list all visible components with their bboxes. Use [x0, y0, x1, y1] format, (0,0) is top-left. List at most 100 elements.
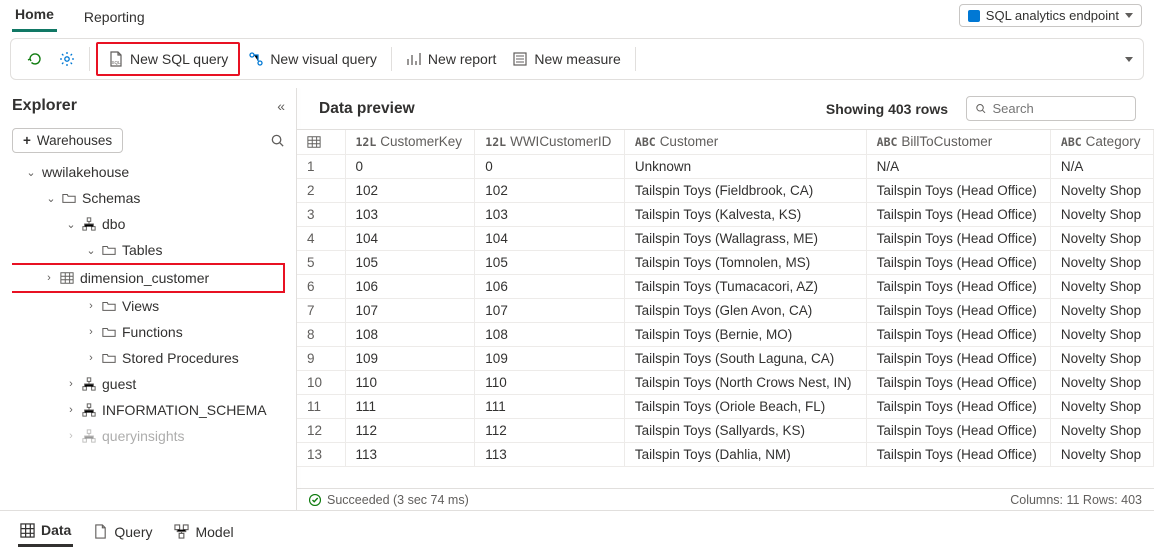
- new-visual-query-button[interactable]: New visual query: [240, 46, 385, 72]
- cell[interactable]: Tailspin Toys (Bernie, MO): [624, 322, 866, 346]
- table-row[interactable]: 11111111Tailspin Toys (Oriole Beach, FL)…: [297, 394, 1154, 418]
- search-explorer-button[interactable]: [270, 133, 285, 148]
- data-grid-scroll[interactable]: 12LCustomerKey12LWWICustomerIDABCCustome…: [297, 129, 1154, 488]
- column-header[interactable]: ABCBillToCustomer: [866, 130, 1050, 154]
- cell[interactable]: 106: [345, 274, 475, 298]
- table-row[interactable]: 100UnknownN/AN/A: [297, 154, 1154, 178]
- cell[interactable]: Tailspin Toys (Head Office): [866, 178, 1050, 202]
- cell[interactable]: 111: [345, 394, 475, 418]
- cell[interactable]: 104: [345, 226, 475, 250]
- cell[interactable]: 108: [345, 322, 475, 346]
- settings-button[interactable]: [51, 46, 83, 72]
- cell[interactable]: Tailspin Toys (Head Office): [866, 370, 1050, 394]
- cell[interactable]: 109: [475, 346, 625, 370]
- cell[interactable]: Novelty Shop: [1050, 250, 1153, 274]
- cell[interactable]: 110: [475, 370, 625, 394]
- cell[interactable]: Tailspin Toys (North Crows Nest, IN): [624, 370, 866, 394]
- column-header[interactable]: ABCCategory: [1050, 130, 1153, 154]
- cell[interactable]: Novelty Shop: [1050, 178, 1153, 202]
- table-row[interactable]: 13113113Tailspin Toys (Dahlia, NM)Tailsp…: [297, 442, 1154, 466]
- table-row[interactable]: 5105105Tailspin Toys (Tomnolen, MS)Tails…: [297, 250, 1154, 274]
- cell[interactable]: 110: [345, 370, 475, 394]
- cell[interactable]: Tailspin Toys (Head Office): [866, 442, 1050, 466]
- tree-node-information-schema[interactable]: › INFORMATION_SCHEMA: [12, 397, 291, 423]
- tree-node-tables[interactable]: ⌄ Tables: [12, 237, 291, 263]
- endpoint-dropdown[interactable]: SQL analytics endpoint: [959, 4, 1142, 27]
- cell[interactable]: 112: [475, 418, 625, 442]
- cell[interactable]: 108: [475, 322, 625, 346]
- bottom-tab-model[interactable]: Model: [172, 518, 235, 546]
- cell[interactable]: N/A: [1050, 154, 1153, 178]
- cell[interactable]: 105: [475, 250, 625, 274]
- cell[interactable]: Novelty Shop: [1050, 394, 1153, 418]
- tree-node-queryinsights[interactable]: › queryinsights: [12, 423, 291, 449]
- new-measure-button[interactable]: New measure: [504, 46, 628, 72]
- table-row[interactable]: 8108108Tailspin Toys (Bernie, MO)Tailspi…: [297, 322, 1154, 346]
- cell[interactable]: 103: [475, 202, 625, 226]
- cell[interactable]: Tailspin Toys (Head Office): [866, 298, 1050, 322]
- table-row[interactable]: 9109109Tailspin Toys (South Laguna, CA)T…: [297, 346, 1154, 370]
- cell[interactable]: 102: [475, 178, 625, 202]
- cell[interactable]: 105: [345, 250, 475, 274]
- cell[interactable]: Novelty Shop: [1050, 442, 1153, 466]
- preview-search-box[interactable]: [966, 96, 1136, 121]
- cell[interactable]: Tailspin Toys (Head Office): [866, 274, 1050, 298]
- refresh-button[interactable]: [19, 46, 51, 72]
- table-row[interactable]: 4104104Tailspin Toys (Wallagrass, ME)Tai…: [297, 226, 1154, 250]
- cell[interactable]: 103: [345, 202, 475, 226]
- cell[interactable]: Tailspin Toys (Dahlia, NM): [624, 442, 866, 466]
- tree-node-stored-procedures[interactable]: › Stored Procedures: [12, 345, 291, 371]
- cell[interactable]: Tailspin Toys (Head Office): [866, 202, 1050, 226]
- tree-node-dbo[interactable]: ⌄ dbo: [12, 211, 291, 237]
- tree-node-guest[interactable]: › guest: [12, 371, 291, 397]
- cell[interactable]: Novelty Shop: [1050, 346, 1153, 370]
- tree-node-schemas[interactable]: ⌄ Schemas: [12, 185, 291, 211]
- cell[interactable]: Tailspin Toys (Oriole Beach, FL): [624, 394, 866, 418]
- cell[interactable]: 106: [475, 274, 625, 298]
- cell[interactable]: Tailspin Toys (Glen Avon, CA): [624, 298, 866, 322]
- bottom-tab-data[interactable]: Data: [18, 516, 73, 547]
- cell[interactable]: 109: [345, 346, 475, 370]
- cell[interactable]: Unknown: [624, 154, 866, 178]
- toolbar-overflow-button[interactable]: [1125, 57, 1133, 62]
- cell[interactable]: 107: [345, 298, 475, 322]
- cell[interactable]: Tailspin Toys (Sallyards, KS): [624, 418, 866, 442]
- cell[interactable]: Novelty Shop: [1050, 274, 1153, 298]
- cell[interactable]: Tailspin Toys (Head Office): [866, 418, 1050, 442]
- new-report-button[interactable]: New report: [398, 46, 504, 72]
- cell[interactable]: Tailspin Toys (Kalvesta, KS): [624, 202, 866, 226]
- cell[interactable]: Tailspin Toys (Head Office): [866, 226, 1050, 250]
- cell[interactable]: 113: [475, 442, 625, 466]
- cell[interactable]: 102: [345, 178, 475, 202]
- cell[interactable]: Tailspin Toys (Tumacacori, AZ): [624, 274, 866, 298]
- cell[interactable]: 111: [475, 394, 625, 418]
- tree-node-views[interactable]: › Views: [12, 293, 291, 319]
- warehouses-button[interactable]: + Warehouses: [12, 128, 123, 153]
- table-row[interactable]: 6106106Tailspin Toys (Tumacacori, AZ)Tai…: [297, 274, 1154, 298]
- bottom-tab-query[interactable]: Query: [91, 518, 154, 546]
- table-row[interactable]: 3103103Tailspin Toys (Kalvesta, KS)Tails…: [297, 202, 1154, 226]
- cell[interactable]: Novelty Shop: [1050, 298, 1153, 322]
- cell[interactable]: Tailspin Toys (Head Office): [866, 250, 1050, 274]
- column-header[interactable]: 12LCustomerKey: [345, 130, 475, 154]
- table-row[interactable]: 7107107Tailspin Toys (Glen Avon, CA)Tail…: [297, 298, 1154, 322]
- cell[interactable]: Tailspin Toys (Head Office): [866, 394, 1050, 418]
- cell[interactable]: Tailspin Toys (Fieldbrook, CA): [624, 178, 866, 202]
- table-row[interactable]: 2102102Tailspin Toys (Fieldbrook, CA)Tai…: [297, 178, 1154, 202]
- cell[interactable]: 104: [475, 226, 625, 250]
- cell[interactable]: Novelty Shop: [1050, 370, 1153, 394]
- cell[interactable]: 107: [475, 298, 625, 322]
- cell[interactable]: Tailspin Toys (South Laguna, CA): [624, 346, 866, 370]
- cell[interactable]: Novelty Shop: [1050, 226, 1153, 250]
- column-header[interactable]: 12LWWICustomerID: [475, 130, 625, 154]
- cell[interactable]: Novelty Shop: [1050, 322, 1153, 346]
- cell[interactable]: 0: [345, 154, 475, 178]
- tree-node-dimension-customer[interactable]: › dimension_customer: [12, 263, 285, 293]
- tree-node-lakehouse[interactable]: ⌄ wwilakehouse: [12, 159, 291, 185]
- cell[interactable]: Novelty Shop: [1050, 418, 1153, 442]
- tab-reporting[interactable]: Reporting: [81, 5, 148, 32]
- table-row[interactable]: 10110110Tailspin Toys (North Crows Nest,…: [297, 370, 1154, 394]
- cell[interactable]: Tailspin Toys (Head Office): [866, 322, 1050, 346]
- cell[interactable]: N/A: [866, 154, 1050, 178]
- cell[interactable]: Tailspin Toys (Tomnolen, MS): [624, 250, 866, 274]
